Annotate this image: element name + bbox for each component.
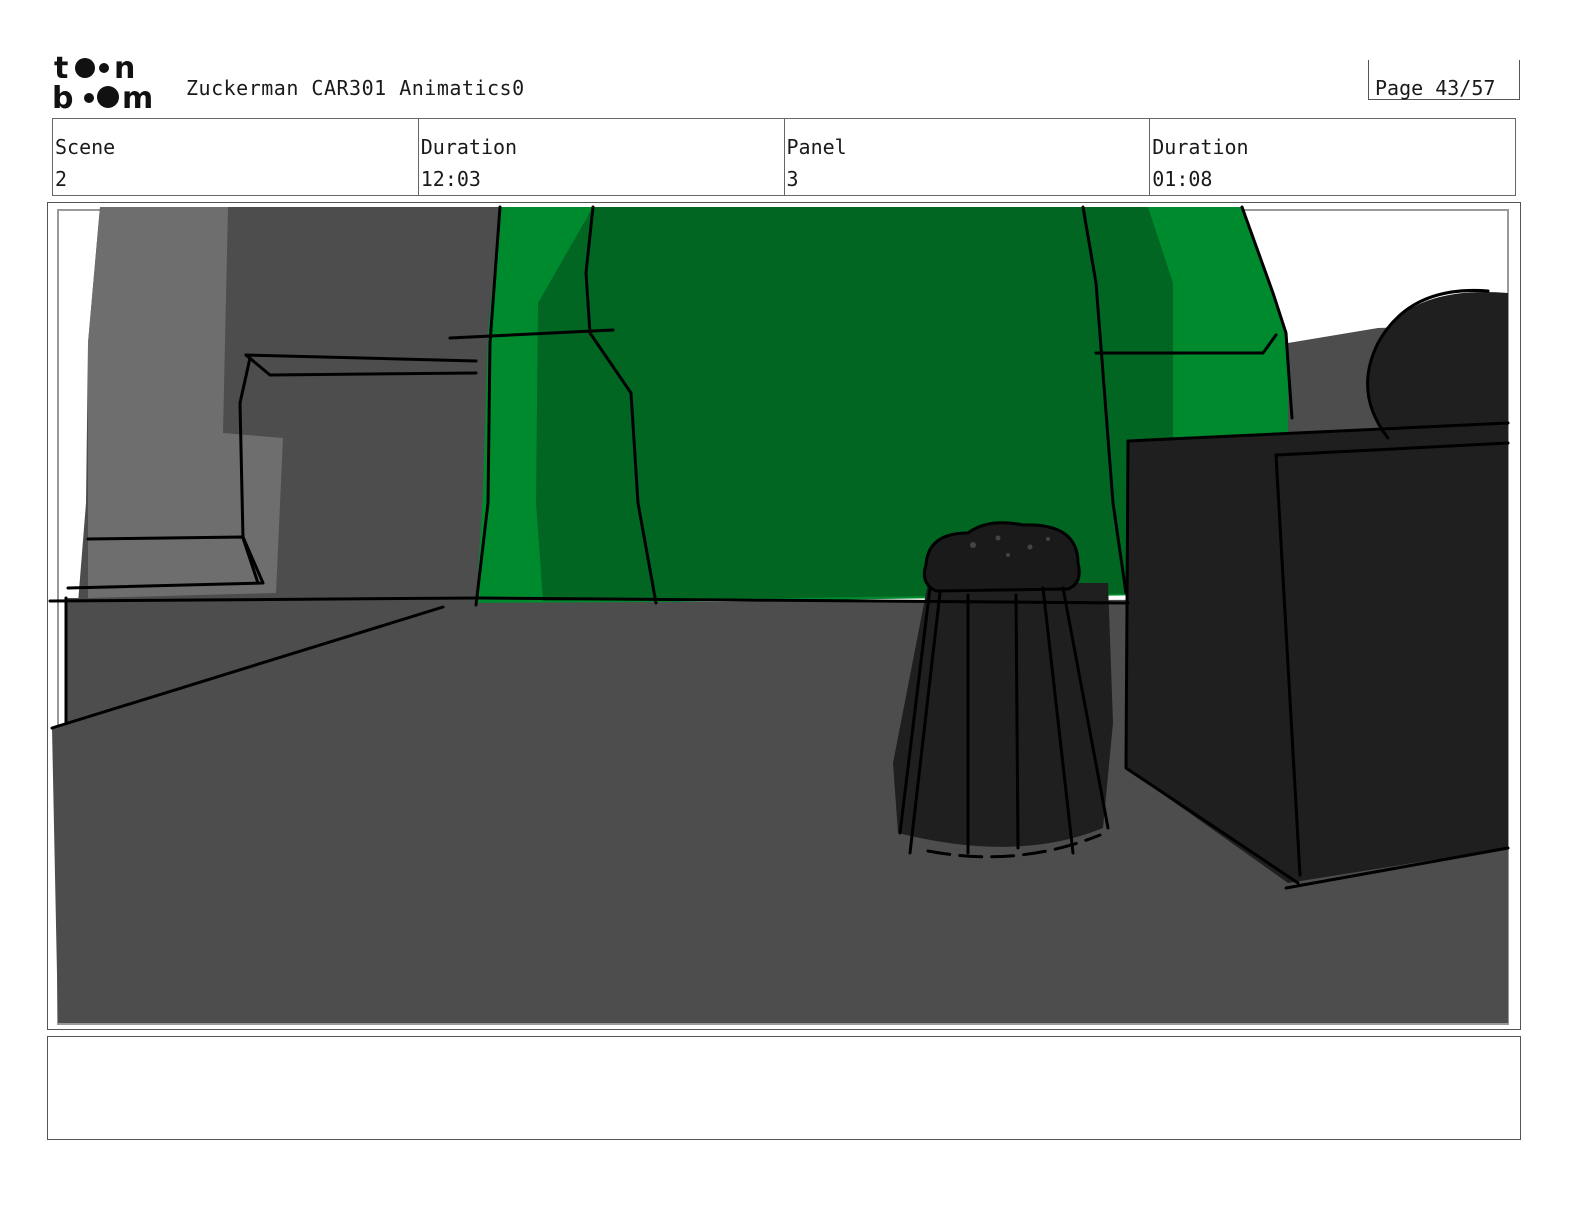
page-number: Page 43/57 <box>1375 76 1496 100</box>
page-indicator: Page 43/57 <box>1368 60 1520 100</box>
panel-duration-label: Duration <box>1152 135 1249 159</box>
scene-value: 2 <box>55 167 68 191</box>
scene-duration-label: Duration <box>420 135 518 159</box>
svg-text:m: m <box>122 81 153 112</box>
panel-label: Panel <box>786 135 847 159</box>
scene-cell: Scene 2 <box>53 119 419 195</box>
scene-duration-cell: Duration 12:03 <box>419 119 785 195</box>
storyboard-panel <box>47 202 1521 1030</box>
project-title: Zuckerman CAR301 Animatics0 <box>186 76 525 100</box>
panel-caption-box <box>47 1036 1521 1140</box>
toon-boom-logo: t n b m <box>52 50 164 116</box>
scene-duration-value: 12:03 <box>420 167 481 191</box>
panel-duration-cell: Duration 01:08 <box>1150 119 1515 195</box>
scene-info-table: Scene 2 Duration 12:03 Panel 3 Duration … <box>52 118 1516 196</box>
panel-duration-value: 01:08 <box>1152 167 1213 191</box>
svg-text:b: b <box>52 81 73 112</box>
storyboard-sketch-image <box>48 205 1510 1025</box>
panel-value: 3 <box>786 167 799 191</box>
scene-label: Scene <box>55 135 116 159</box>
panel-cell: Panel 3 <box>785 119 1151 195</box>
